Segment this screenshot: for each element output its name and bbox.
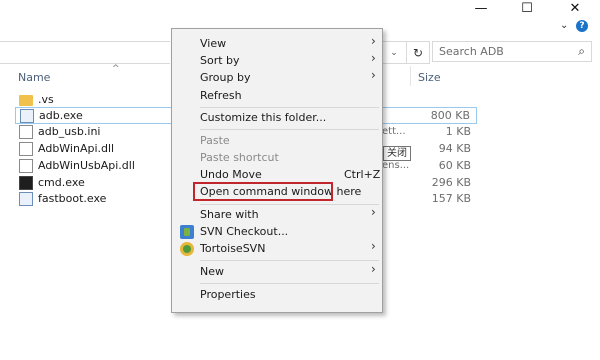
menu-item-label: Share with <box>200 208 259 221</box>
menu-item-paste-shortcut: Paste shortcut <box>172 149 382 166</box>
menu-item-share-with[interactable]: Share with › <box>172 205 382 223</box>
exe-icon <box>19 191 33 206</box>
folder-icon <box>19 95 33 106</box>
menu-separator <box>200 283 379 284</box>
maximize-icon: ☐ <box>521 1 533 16</box>
file-name: cmd.exe <box>38 176 85 189</box>
tooltip: 关闭 <box>383 146 411 161</box>
exe-icon <box>20 108 34 123</box>
file-size: 800 KB <box>430 109 470 122</box>
close-icon: ✕ <box>569 1 581 16</box>
menu-item-label: SVN Checkout... <box>200 225 289 238</box>
file-name: .vs <box>38 93 54 106</box>
menu-item-label: Paste shortcut <box>200 151 279 164</box>
highlight-box <box>193 182 333 201</box>
file-size: 296 KB <box>431 176 471 189</box>
menu-item-new[interactable]: New › <box>172 262 382 280</box>
menu-item-properties[interactable]: Properties <box>172 286 382 303</box>
ribbon-expand-icon[interactable]: ⌄ <box>560 20 568 31</box>
search-input[interactable]: Search ADB <box>439 45 504 58</box>
file-size: 94 KB <box>438 142 471 155</box>
submenu-arrow-icon: › <box>371 239 376 253</box>
menu-item-group-by[interactable]: Group by › <box>172 68 382 86</box>
submenu-arrow-icon: › <box>371 51 376 65</box>
context-menu: View › Sort by › Group by › Refresh Cust… <box>171 28 383 313</box>
file-name: adb_usb.ini <box>38 125 101 138</box>
menu-item-label: Paste <box>200 134 230 147</box>
menu-item-shortcut: Ctrl+Z <box>344 168 381 181</box>
file-size: 1 KB <box>445 125 471 138</box>
column-header-name[interactable]: Name <box>18 71 50 84</box>
menu-item-label: Sort by <box>200 54 240 67</box>
menu-item-label: New <box>200 265 224 278</box>
cmd-icon <box>19 175 33 190</box>
menu-item-label: Undo Move <box>200 168 262 181</box>
menu-item-undo-move[interactable]: Undo Move Ctrl+Z <box>172 166 382 183</box>
menu-item-label: Group by <box>200 71 251 84</box>
svn-checkout-icon <box>180 224 194 239</box>
type-column-fragment: ens... <box>382 160 410 171</box>
file-size: 60 KB <box>438 159 471 172</box>
help-icon[interactable]: ? <box>576 20 588 32</box>
menu-item-label: TortoiseSVN <box>200 242 266 255</box>
close-button[interactable]: ✕ <box>552 0 598 17</box>
address-bar[interactable] <box>0 41 170 64</box>
menu-item-view[interactable]: View › <box>172 34 382 52</box>
menu-separator <box>200 129 379 130</box>
address-dropdown-icon[interactable]: ⌄ <box>382 41 407 64</box>
menu-item-svn-checkout[interactable]: SVN Checkout... <box>172 223 382 240</box>
menu-item-customize-folder[interactable]: Customize this folder... <box>172 109 382 126</box>
menu-item-label: View <box>200 37 227 50</box>
column-header-size[interactable]: Size <box>418 71 441 84</box>
menu-item-paste: Paste <box>172 132 382 149</box>
menu-item-label: Properties <box>200 288 256 301</box>
menu-separator <box>200 260 379 261</box>
menu-item-label: Refresh <box>200 89 242 102</box>
menu-item-refresh[interactable]: Refresh <box>172 87 382 104</box>
submenu-arrow-icon: › <box>371 205 376 219</box>
menu-item-sort-by[interactable]: Sort by › <box>172 51 382 69</box>
maximize-button[interactable]: ☐ <box>504 0 550 17</box>
minimize-button[interactable]: — <box>458 0 504 17</box>
file-name: fastboot.exe <box>38 192 107 205</box>
sort-ascending-icon: ^ <box>112 64 120 74</box>
menu-item-tortoisesvn[interactable]: TortoiseSVN › <box>172 239 382 257</box>
file-name: AdbWinApi.dll <box>38 142 115 155</box>
column-divider[interactable] <box>410 66 411 86</box>
dll-file-icon <box>19 141 33 156</box>
submenu-arrow-icon: › <box>371 262 376 276</box>
tortoisesvn-icon <box>180 241 194 256</box>
dll-file-icon <box>19 158 33 173</box>
file-size: 157 KB <box>431 192 471 205</box>
search-icon: ⌕ <box>578 44 585 58</box>
submenu-arrow-icon: › <box>371 68 376 82</box>
submenu-arrow-icon: › <box>371 34 376 48</box>
menu-item-label: Customize this folder... <box>200 111 327 124</box>
file-name: AdbWinUsbApi.dll <box>38 159 135 172</box>
search-box[interactable]: Search ADB ⌕ <box>432 41 592 62</box>
menu-separator <box>200 204 379 205</box>
refresh-button[interactable]: ↻ <box>406 41 430 64</box>
file-name: adb.exe <box>39 109 83 122</box>
ini-file-icon <box>19 124 33 139</box>
type-column-fragment: ett... <box>382 126 406 137</box>
minimize-icon: — <box>474 1 488 16</box>
menu-separator <box>200 107 379 108</box>
